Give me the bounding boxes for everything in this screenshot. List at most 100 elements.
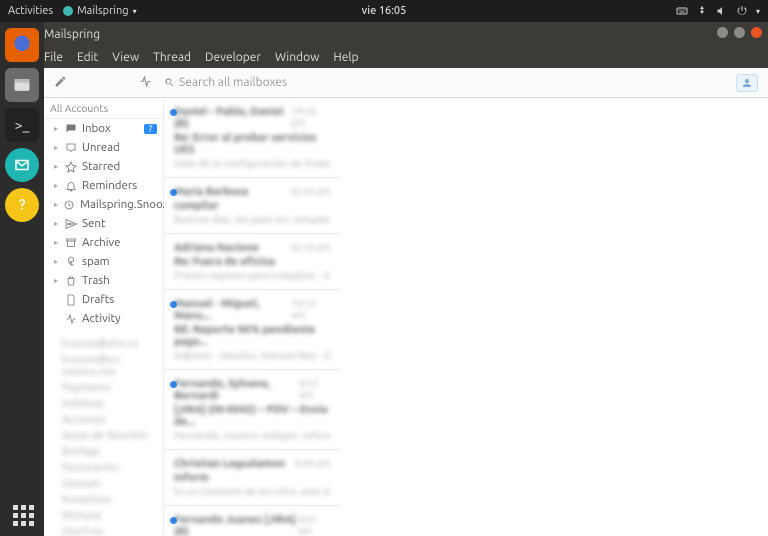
launcher-help[interactable] [5,188,39,222]
sidebar-item-activity[interactable]: Activity [44,309,163,328]
activities-button[interactable]: Activities [8,5,53,17]
sidebar-item-label: Starred [82,160,120,173]
contact-sidebar-button[interactable] [736,74,758,92]
network-icon [696,5,708,17]
message-preview: Buenos días, les paso los compiles de [174,213,330,225]
message-time: 19:56 pm [291,106,330,130]
menu-developer[interactable]: Developer [205,51,261,64]
volume-icon [716,5,728,17]
account-item[interactable]: Mirtuna [44,508,163,524]
message-item[interactable]: Daniel - Pablo, Daniel (R)19:56 pmRe: Er… [164,98,340,178]
launcher-terminal[interactable]: >_ [5,108,39,142]
message-from: María Barbosa [174,186,248,198]
chevron-right-icon: ▸ [54,219,60,228]
sidebar-item-spam[interactable]: ▸spam [44,252,163,271]
trash-icon [65,275,77,287]
menubar: File Edit View Thread Developer Window H… [0,46,768,68]
message-subject: Inform [174,472,330,484]
message-subject: compilar [174,200,330,212]
account-item[interactable]: Facturación [44,460,163,476]
system-tray[interactable]: ▾ [676,5,760,17]
chevron-right-icon: ▸ [54,257,60,266]
message-item[interactable]: Manuel - Miguel, Manu...10:12 amRE: Repo… [164,290,340,370]
account-item[interactable]: Gexcam [44,476,163,492]
message-from: Adriana Nacione [174,242,259,254]
message-from: Fernando Juanes [JIRA] (R) [174,514,298,536]
menu-view[interactable]: View [112,51,139,64]
unread-icon [65,142,77,154]
chevron-right-icon: ▸ [54,181,60,190]
message-time: 10:12 am [291,298,330,322]
accounts-section: hxxxxx@xhx.xxhxxxxx@xx-xxxxxx.xxxPayment… [44,336,163,536]
account-item[interactable]: Brefags [44,444,163,460]
message-preview: Pronto regreso para trabajitos - Saludo [174,269,330,281]
app-indicator-label: Mailspring [77,5,128,17]
account-item[interactable]: Indishop [44,396,163,412]
message-subject: Re: Fuera de oficina [174,256,330,268]
sidebar-item-unread[interactable]: ▸Unread [44,138,163,157]
menu-window[interactable]: Window [275,51,319,64]
account-item[interactable]: hxxxxx@xx-xxxxxx.xxx [44,352,163,380]
message-subject: Re: Error al probar servicios UES [174,132,330,156]
account-item[interactable]: hxxxxx@xhx.xx [44,336,163,352]
sidebar-item-sent[interactable]: ▸ Sent [44,214,163,233]
account-item[interactable]: Payments [44,380,163,396]
message-time: 10:33 am [289,186,330,198]
inbox-icon [65,123,77,135]
unread-badge: 7 [144,124,157,134]
menu-file[interactable]: File [44,51,63,64]
window-close-button[interactable] [751,27,762,38]
window-title: Mailspring [44,28,100,41]
message-item[interactable]: Fernando, Sylvana, Bernardi9:57 am[JIRA]… [164,370,340,450]
message-item[interactable]: María Barbosa 10:33 am compilarBuenos días… [164,178,340,234]
spam-icon [65,256,77,268]
sidebar-item-label: Unread [82,141,120,154]
menu-edit[interactable]: Edit [77,51,98,64]
sidebar-item-trash[interactable]: ▸Trash [44,271,163,290]
launcher-mailspring[interactable] [5,148,39,182]
launcher-firefox[interactable] [5,28,39,62]
launcher-dock: >_ [0,22,44,536]
sidebar-item-reminders[interactable]: ▸Reminders [44,176,163,195]
sidebar-item-snoozed[interactable]: ▸Mailspring.Snoozed [44,195,163,214]
window-minimize-button[interactable] [717,27,728,38]
account-item[interactable]: Actas de Reunión [44,428,163,444]
gnome-topbar: Activities Mailspring ▾ vie 16:05 ▾ [0,0,768,22]
account-item[interactable]: Knowhow [44,492,163,508]
account-item[interactable]: OneTres [44,524,163,536]
search-input[interactable]: Search all mailboxes [164,76,344,89]
message-item[interactable]: Adriana Nacione 10:19 am Re: Fuera de ofic… [164,234,340,290]
sidebar-item-label: Archive [82,236,120,249]
menu-help[interactable]: Help [333,51,358,64]
reading-pane [340,98,768,536]
power-icon [736,5,748,17]
message-list[interactable]: Daniel - Pablo, Daniel (R)19:56 pmRe: Er… [164,98,340,536]
message-item[interactable]: Fernando Juanes [JIRA] (R)9:41 am[JIRA] … [164,506,340,536]
message-time: 10:19 am [289,242,330,254]
show-applications-button[interactable] [13,505,34,526]
search-placeholder: Search all mailboxes [179,76,287,89]
sidebar-item-label: Sent [82,217,105,230]
person-icon [741,77,753,89]
launcher-files[interactable] [5,68,39,102]
message-preview: Adjunto - Saludos, Manuel Rey - Depa [174,349,330,361]
window-maximize-button[interactable] [734,27,745,38]
sidebar-item-starred[interactable]: ▸Starred [44,157,163,176]
mailspring-icon [63,6,73,16]
message-from: Fernando, Sylvana, Bernardi [174,378,299,402]
search-icon [164,77,175,88]
sidebar-item-inbox[interactable]: ▸Inbox7 [44,119,163,138]
clock[interactable]: vie 16:05 [362,5,407,17]
app-indicator[interactable]: Mailspring ▾ [63,5,136,17]
activity-icon[interactable] [139,74,152,92]
menu-thread[interactable]: Thread [153,51,191,64]
sidebar-item-archive[interactable]: ▸Archive [44,233,163,252]
account-item[interactable]: Acciones [44,412,163,428]
reminder-icon [65,180,77,192]
compose-button[interactable] [54,74,67,92]
message-subject: [JIRA] (IN-0042) – PDV – Envío de... [174,404,330,428]
message-item[interactable]: Christian Legsalamon9:49 amInformEs un l… [164,450,340,506]
archive-icon [65,237,77,249]
chevron-right-icon: ▸ [54,124,60,133]
sidebar-item-drafts[interactable]: Drafts [44,290,163,309]
